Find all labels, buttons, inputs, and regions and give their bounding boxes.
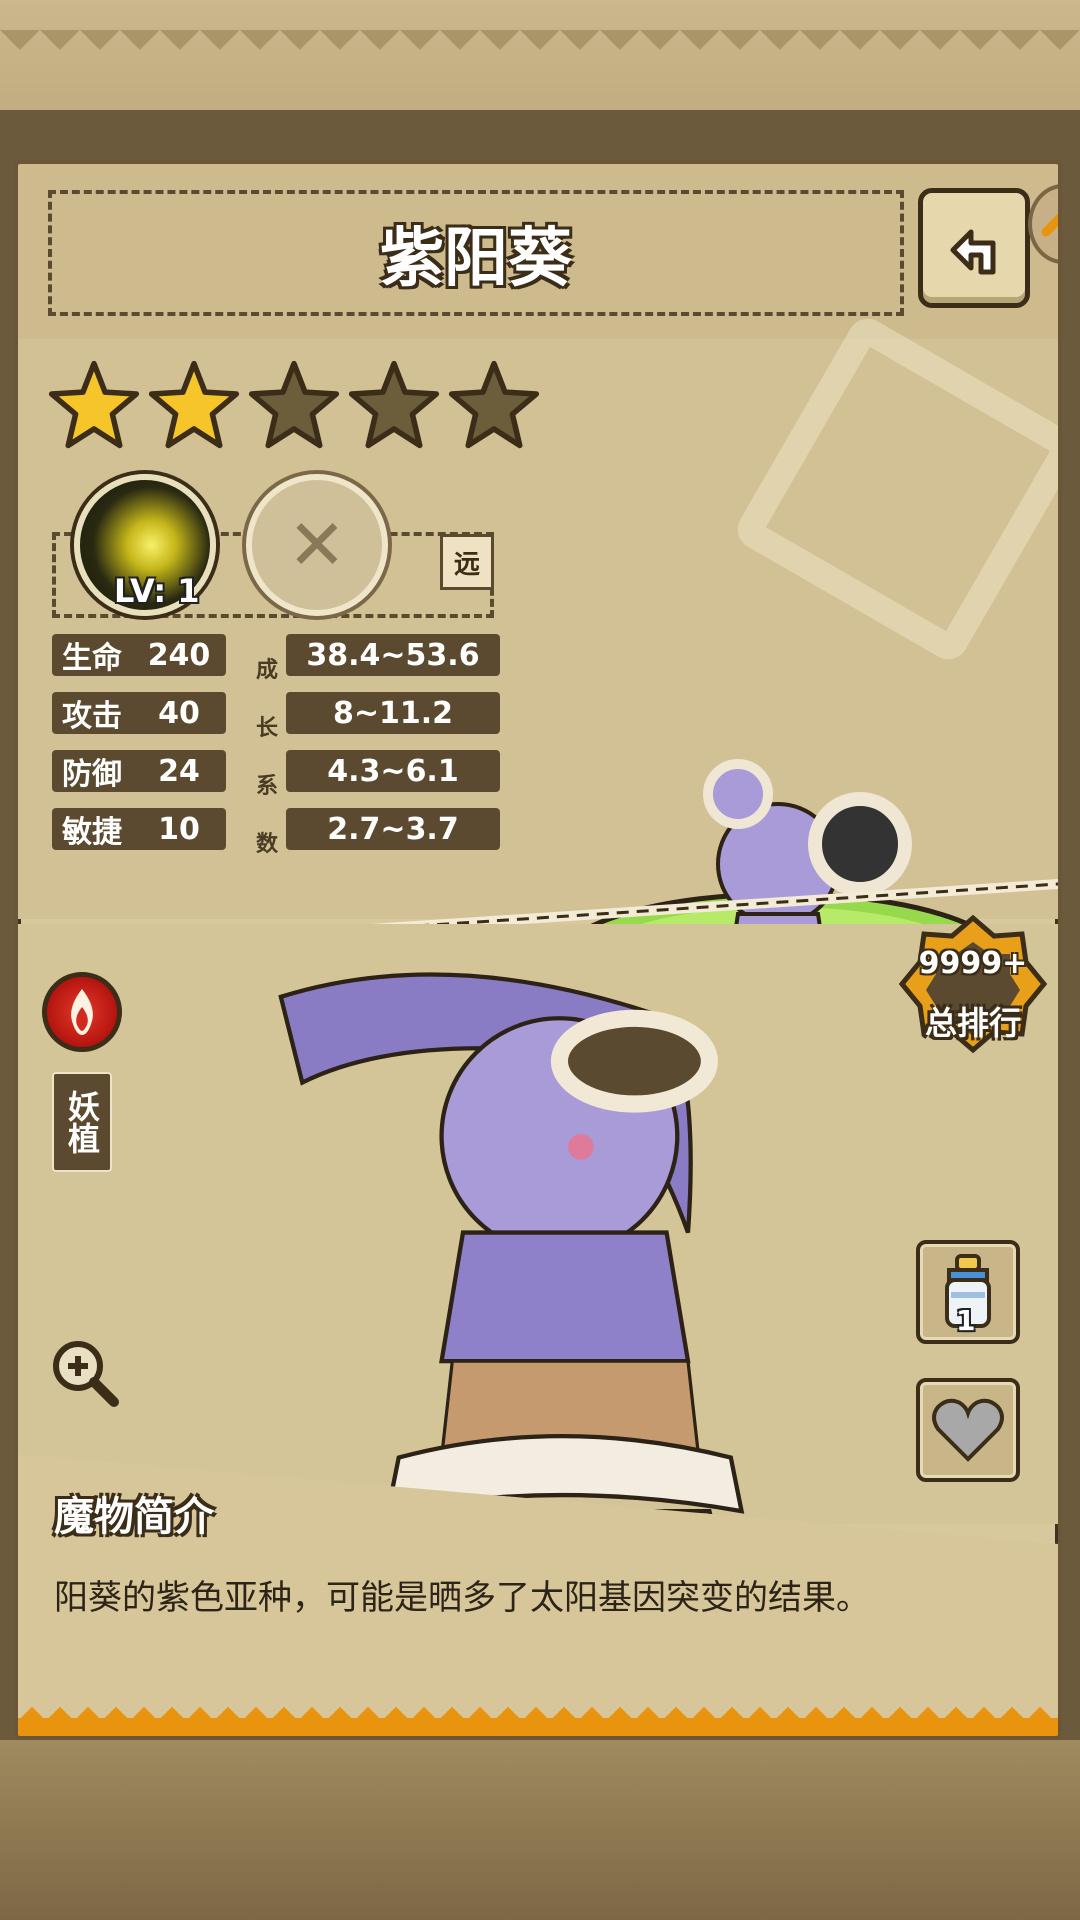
star-rating [48, 359, 540, 451]
description-heading: 魔物简介 [54, 1494, 214, 1540]
close-icon: ✕ [287, 504, 347, 586]
stat-row-defense: 防御 24 [52, 750, 226, 792]
star-filled-icon [148, 360, 240, 449]
stat-value: 24 [158, 753, 200, 789]
stat-value: 40 [158, 695, 200, 731]
corner-menu-button[interactable] [1028, 184, 1058, 264]
chevron-up-icon [1041, 213, 1058, 237]
growth-value-hp: 38.4~53.6 [286, 634, 500, 676]
title-bar: 紫阳葵 [18, 164, 1058, 339]
stat-row-agility: 敏捷 10 [52, 808, 226, 850]
monster-detail-panel: 紫阳葵 LV: 1 ✕ 远 生命 240 攻击 40 防御 24 敏捷 10 成… [14, 160, 1062, 1740]
monster-type-badge: 妖植 [52, 1072, 112, 1172]
growth-value-agility: 2.7~3.7 [286, 808, 500, 850]
page-title: 紫阳葵 [380, 222, 572, 296]
description-text: 阳葵的紫色亚种，可能是晒多了太阳基因突变的结果。 [54, 1578, 870, 1618]
skill-slot-empty[interactable]: ✕ [246, 474, 388, 616]
attack-range-tag: 远 [440, 534, 494, 590]
stat-row-hp: 生命 240 [52, 634, 226, 676]
fire-icon [71, 989, 93, 1035]
title-frame: 紫阳葵 [48, 190, 904, 316]
stat-value: 240 [147, 637, 211, 673]
bottom-zigzag-border [18, 1696, 1058, 1736]
star-empty-icon [348, 360, 440, 449]
rank-label: 总排行 [924, 1004, 1021, 1042]
stat-name: 攻击 [62, 699, 122, 734]
back-arrow-icon [950, 229, 996, 275]
zoom-in-icon[interactable] [48, 1336, 120, 1408]
top-zigzag-border [0, 30, 1080, 70]
skill-level: LV: 1 [114, 572, 200, 610]
star-empty-icon [448, 360, 540, 449]
stat-name: 敏捷 [62, 815, 122, 850]
stat-row-attack: 攻击 40 [52, 692, 226, 734]
growth-label-char: 长 [255, 716, 278, 741]
element-badge [42, 972, 122, 1052]
growth-value-attack: 8~11.2 [286, 692, 500, 734]
rank-value: 9999+ [918, 946, 1028, 981]
stat-name: 防御 [62, 757, 122, 792]
stat-value: 10 [158, 811, 200, 847]
bottom-background [0, 1740, 1080, 1920]
growth-label-char: 数 [255, 832, 278, 857]
star-empty-icon [248, 360, 340, 449]
growth-value-defense: 4.3~6.1 [286, 750, 500, 792]
heart-icon [932, 1398, 1004, 1462]
bottle-count: 1 [956, 1304, 976, 1337]
growth-label-char: 成 [255, 658, 278, 683]
back-button[interactable] [918, 188, 1030, 308]
star-filled-icon [48, 360, 140, 449]
growth-label-char: 系 [255, 774, 278, 799]
stat-name: 生命 [62, 641, 122, 676]
